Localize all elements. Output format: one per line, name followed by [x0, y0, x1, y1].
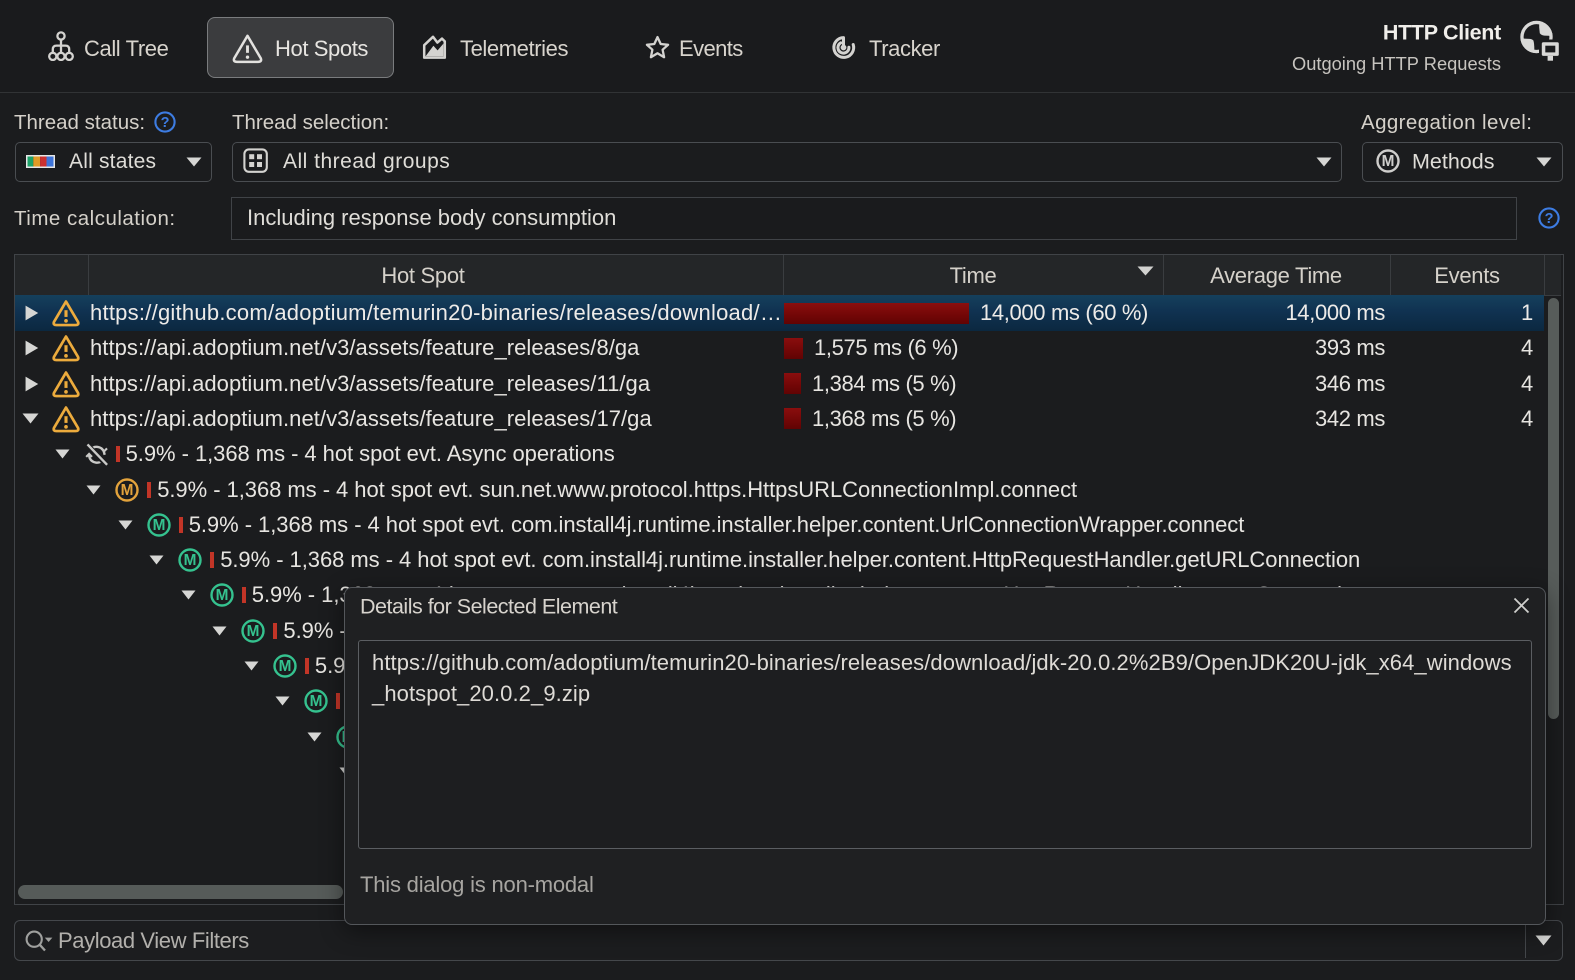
- svg-text:M: M: [184, 552, 197, 569]
- svg-text:M: M: [278, 658, 291, 675]
- svg-text:M: M: [247, 623, 260, 640]
- svg-text:M: M: [1382, 153, 1395, 170]
- svg-text:M: M: [310, 693, 323, 710]
- svg-text:?: ?: [1545, 211, 1554, 227]
- svg-text:?: ?: [161, 115, 170, 131]
- svg-text:M: M: [121, 482, 134, 499]
- svg-text:M: M: [215, 588, 228, 605]
- svg-text:M: M: [152, 517, 165, 534]
